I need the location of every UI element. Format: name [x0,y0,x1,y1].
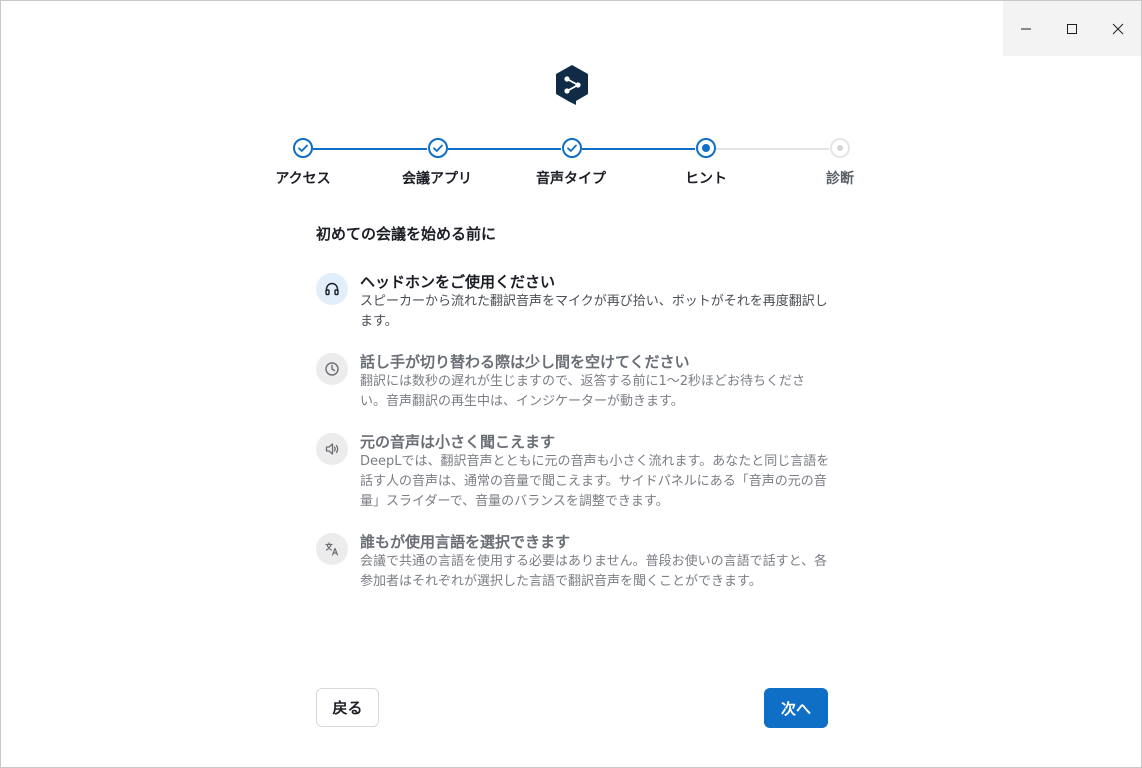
tip-item: ヘッドホンをご使用ください スピーカーから流れた翻訳音声をマイクが再び拾い、ボッ… [316,271,836,337]
step-label-diagnosis: 診断 [826,171,854,187]
speaker-volume-icon [325,443,339,455]
tip-title: 元の音声は小さく聞こえます [360,433,556,451]
progress-stepper: アクセス 会議アプリ 音声タイプ ヒント 診断 [1,1,1141,201]
next-button[interactable]: 次へ [764,688,828,728]
tip-icon-circle [316,353,348,385]
step-connector [716,148,829,150]
tip-description: 翻訳には数秒の遅れが生じますので、返答する前に1〜2秒ほどお待ちください。音声翻… [360,374,806,409]
tip-title: 話し手が切り替わる際は少し間を空けてください [360,353,690,371]
step-label-tips: ヒント [685,171,727,187]
tip-icon-circle [316,533,348,565]
tip-description: DeepLでは、翻訳音声とともに元の音声も小さく流れます。あなたと同じ言語を話す… [360,454,830,509]
current-step-dot [702,144,710,152]
step-connector [313,148,427,150]
tip-icon-circle [316,433,348,465]
step-label-access: アクセス [275,171,331,187]
pending-step-dot [837,145,843,151]
tip-item: 元の音声は小さく聞こえます DeepLでは、翻訳音声とともに元の音声も小さく流れ… [316,431,836,517]
tip-description: 会議で共通の言語を使用する必要はありません。普段お使いの言語で話すと、各参加者は… [360,554,828,589]
step-indicator-meeting-app [428,138,448,158]
tip-icon-circle [316,273,348,305]
step-indicator-tips [696,138,716,158]
page-title: 初めての会議を始める前に [316,225,497,243]
step-indicator-access [293,138,313,158]
tip-title: 誰もが使用言語を選択できます [360,533,571,551]
step-label-meeting-app: 会議アプリ [402,171,472,187]
check-icon [567,144,577,152]
check-icon [298,144,308,152]
step-indicator-audio-type [562,138,582,158]
translate-icon [325,542,339,556]
step-label-audio-type: 音声タイプ [536,171,606,187]
back-button[interactable]: 戻る [316,688,379,727]
step-connector [582,148,695,150]
headphones-icon [325,282,339,296]
check-icon [433,144,443,152]
clock-icon [325,362,339,376]
tip-item: 話し手が切り替わる際は少し間を空けてください 翻訳には数秒の遅れが生じますので、… [316,351,836,417]
tip-item: 誰もが使用言語を選択できます 会議で共通の言語を使用する必要はありません。普段お… [316,531,836,617]
app-window: アクセス 会議アプリ 音声タイプ ヒント 診断 初めての会議を始める前に ヘッド… [0,0,1142,768]
tip-description: スピーカーから流れた翻訳音声をマイクが再び拾い、ボットがそれを再度翻訳します。 [360,294,828,329]
step-indicator-diagnosis [830,138,850,158]
tip-title: ヘッドホンをご使用ください [360,273,556,291]
step-connector [448,148,561,150]
